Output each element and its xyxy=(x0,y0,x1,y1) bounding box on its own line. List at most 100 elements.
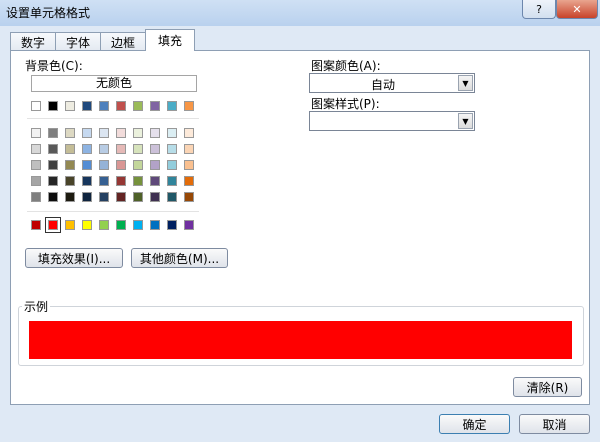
color-swatch[interactable] xyxy=(167,192,177,202)
palette-divider xyxy=(27,118,199,119)
color-swatch[interactable] xyxy=(116,128,126,138)
color-swatch[interactable] xyxy=(184,160,194,170)
chevron-down-icon: ▼ xyxy=(458,113,473,129)
color-swatch[interactable] xyxy=(65,128,75,138)
color-swatch[interactable] xyxy=(48,176,58,186)
color-swatch[interactable] xyxy=(65,101,75,111)
title-bar: 设置单元格格式 ? ✕ xyxy=(0,0,600,26)
color-swatch[interactable] xyxy=(99,176,109,186)
color-swatch[interactable] xyxy=(184,128,194,138)
close-button[interactable]: ✕ xyxy=(556,0,598,19)
color-swatch[interactable] xyxy=(167,220,177,230)
color-swatch[interactable] xyxy=(82,220,92,230)
color-swatch[interactable] xyxy=(31,101,41,111)
color-swatch[interactable] xyxy=(133,160,143,170)
color-swatch[interactable] xyxy=(65,220,75,230)
color-swatch[interactable] xyxy=(48,160,58,170)
pattern-style-label: 图案样式(P): xyxy=(311,97,380,111)
color-swatch[interactable] xyxy=(82,101,92,111)
color-swatch[interactable] xyxy=(150,160,160,170)
cancel-button[interactable]: 取消 xyxy=(519,414,590,434)
color-swatch[interactable] xyxy=(99,160,109,170)
color-swatch[interactable] xyxy=(48,128,58,138)
tab-font[interactable]: 字体 xyxy=(55,32,102,51)
color-swatch[interactable] xyxy=(167,144,177,154)
pattern-color-value: 自动 xyxy=(370,78,395,92)
ok-button[interactable]: 确定 xyxy=(439,414,510,434)
color-swatch[interactable] xyxy=(167,176,177,186)
close-icon: ✕ xyxy=(572,2,582,16)
color-swatch[interactable] xyxy=(99,128,109,138)
tab-border[interactable]: 边框 xyxy=(100,32,147,51)
more-colors-button[interactable]: 其他颜色(M)... xyxy=(131,248,228,268)
help-button[interactable]: ? xyxy=(522,0,556,19)
color-swatch[interactable] xyxy=(99,220,109,230)
tab-number[interactable]: 数字 xyxy=(10,32,57,51)
color-swatch[interactable] xyxy=(167,128,177,138)
chevron-down-icon: ▼ xyxy=(458,75,473,91)
color-swatch[interactable] xyxy=(150,101,160,111)
color-swatch[interactable] xyxy=(65,160,75,170)
color-swatch[interactable] xyxy=(82,128,92,138)
sample-label: 示例 xyxy=(22,298,51,315)
color-swatch[interactable] xyxy=(31,160,41,170)
color-swatch[interactable] xyxy=(31,128,41,138)
color-swatch[interactable] xyxy=(116,220,126,230)
background-color-label: 背景色(C): xyxy=(25,59,83,73)
color-swatch[interactable] xyxy=(99,144,109,154)
color-swatch[interactable] xyxy=(150,176,160,186)
color-swatch[interactable] xyxy=(65,192,75,202)
tab-strip: 数字 字体 边框 填充 xyxy=(10,29,196,51)
color-swatch[interactable] xyxy=(184,192,194,202)
color-swatch[interactable] xyxy=(48,192,58,202)
color-swatch[interactable] xyxy=(184,220,194,230)
color-swatch[interactable] xyxy=(133,144,143,154)
color-swatch[interactable] xyxy=(82,160,92,170)
fill-effects-button[interactable]: 填充效果(I)... xyxy=(25,248,123,268)
color-swatch[interactable] xyxy=(82,176,92,186)
pattern-style-select[interactable]: ▼ xyxy=(309,111,475,131)
color-swatch[interactable] xyxy=(116,160,126,170)
color-swatch[interactable] xyxy=(150,192,160,202)
color-swatch[interactable] xyxy=(82,144,92,154)
color-swatch[interactable] xyxy=(116,144,126,154)
color-swatch[interactable] xyxy=(116,176,126,186)
color-swatch[interactable] xyxy=(48,101,58,111)
color-swatch[interactable] xyxy=(184,144,194,154)
color-swatch[interactable] xyxy=(116,192,126,202)
color-swatch[interactable] xyxy=(184,101,194,111)
color-swatch[interactable] xyxy=(45,217,61,233)
pattern-color-select[interactable]: 自动 ▼ xyxy=(309,73,475,93)
color-swatch[interactable] xyxy=(31,220,41,230)
palette-divider xyxy=(27,211,199,212)
color-swatch[interactable] xyxy=(133,101,143,111)
fill-panel: 背景色(C): 无颜色 填充效果(I)... 其他颜色(M)... 图案颜色(A… xyxy=(10,50,590,405)
color-swatch[interactable] xyxy=(31,176,41,186)
color-swatch[interactable] xyxy=(116,101,126,111)
color-swatch[interactable] xyxy=(150,144,160,154)
sample-preview xyxy=(29,321,572,359)
color-swatch[interactable] xyxy=(31,192,41,202)
color-swatch[interactable] xyxy=(31,144,41,154)
color-swatch[interactable] xyxy=(65,176,75,186)
no-color-button[interactable]: 无颜色 xyxy=(31,75,197,92)
color-swatch[interactable] xyxy=(99,101,109,111)
color-swatch[interactable] xyxy=(48,144,58,154)
help-icon: ? xyxy=(536,2,542,16)
color-swatch[interactable] xyxy=(184,176,194,186)
sample-group: 示例 xyxy=(18,298,584,366)
color-swatch[interactable] xyxy=(65,144,75,154)
clear-button[interactable]: 清除(R) xyxy=(513,377,582,397)
color-swatch[interactable] xyxy=(133,176,143,186)
tab-fill[interactable]: 填充 xyxy=(145,29,196,51)
color-swatch[interactable] xyxy=(133,192,143,202)
color-swatch[interactable] xyxy=(150,128,160,138)
color-swatch[interactable] xyxy=(99,192,109,202)
color-swatch[interactable] xyxy=(167,160,177,170)
color-swatch[interactable] xyxy=(133,220,143,230)
color-swatch[interactable] xyxy=(82,192,92,202)
color-swatch[interactable] xyxy=(133,128,143,138)
color-swatch[interactable] xyxy=(150,220,160,230)
window-title: 设置单元格格式 xyxy=(6,6,91,20)
color-swatch[interactable] xyxy=(167,101,177,111)
